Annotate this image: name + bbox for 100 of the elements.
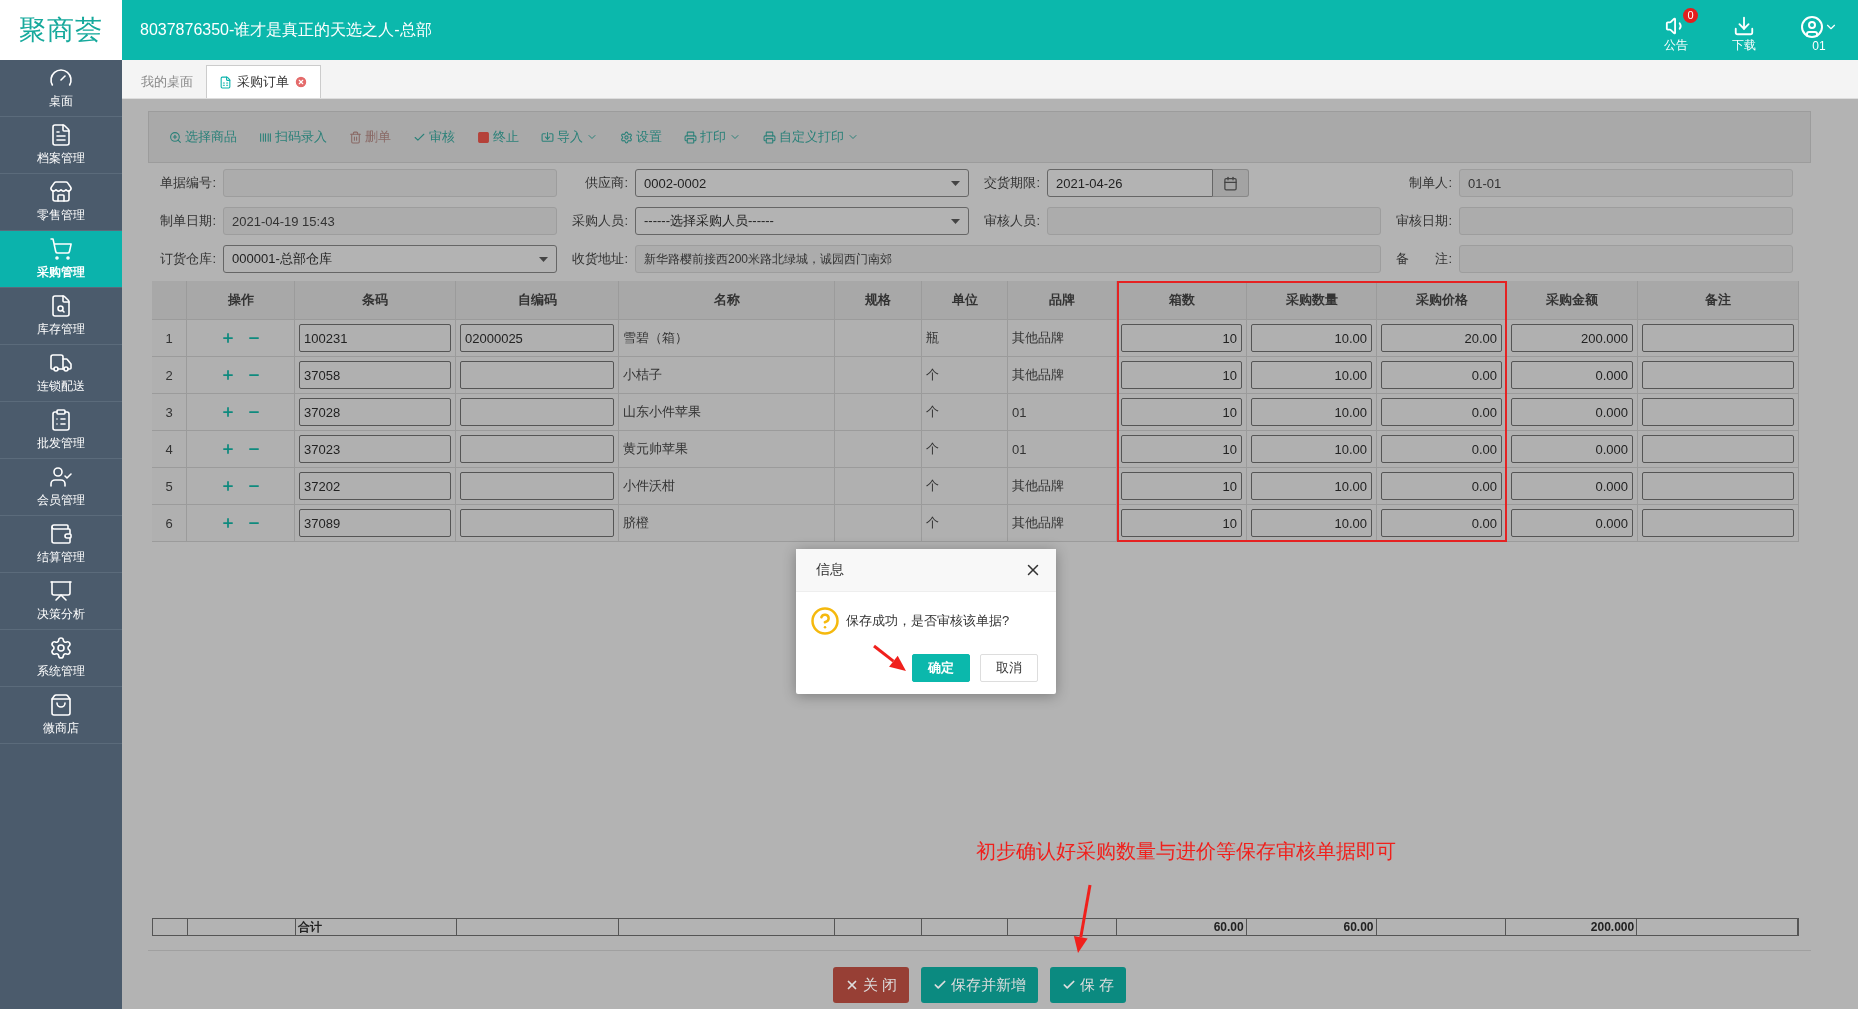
cell-input[interactable] — [460, 472, 614, 500]
number-input[interactable]: 0.00 — [1381, 361, 1502, 389]
cancel-button[interactable]: 取消 — [980, 654, 1038, 682]
field-label: 制单人: — [1408, 174, 1453, 192]
number-input[interactable]: 10 — [1121, 472, 1242, 500]
table-cell: 小件沃柑 — [619, 468, 835, 504]
field-label: 收货地址: — [571, 250, 629, 268]
add-row-icon[interactable] — [220, 331, 235, 345]
column-header: 条码 — [295, 281, 456, 319]
cell-input[interactable] — [1642, 435, 1794, 463]
number-input[interactable]: 10.00 — [1251, 435, 1372, 463]
column-header: 采购数量 — [1247, 281, 1377, 319]
column-header: 备注 — [1638, 281, 1799, 319]
cell-input[interactable] — [1642, 361, 1794, 389]
number-input[interactable]: 10 — [1121, 361, 1242, 389]
window-title: 8037876350-谁才是真正的天选之人-总部 — [140, 19, 433, 40]
number-input[interactable]: 10 — [1121, 435, 1242, 463]
wallet-icon — [49, 522, 73, 546]
cell-input[interactable]: 37028 — [299, 398, 451, 426]
announcement-button[interactable]: 0 公告 — [1660, 6, 1698, 54]
add-row-icon[interactable] — [220, 368, 235, 382]
select-field[interactable]: 000001-总部仓库 — [223, 245, 557, 273]
cell-input[interactable]: 02000025 — [460, 324, 614, 352]
table-cell: 个 — [922, 357, 1008, 393]
calendar-button[interactable] — [1213, 169, 1249, 197]
number-input[interactable]: 0.00 — [1381, 509, 1502, 537]
bag-icon — [49, 693, 73, 717]
add-row-icon[interactable] — [220, 516, 235, 530]
cell-input[interactable] — [1642, 324, 1794, 352]
cell-input[interactable] — [460, 509, 614, 537]
add-row-icon[interactable] — [220, 442, 235, 456]
count-badge: 0 — [1683, 7, 1698, 23]
dialog-message: 保存成功，是否审核该单据? — [846, 612, 1010, 630]
number-input[interactable]: 0.000 — [1511, 509, 1633, 537]
cell-input[interactable] — [460, 435, 614, 463]
number-input[interactable]: 0.000 — [1511, 435, 1633, 463]
select-field[interactable]: 0002-0002 — [635, 169, 969, 197]
cell-input[interactable]: 37058 — [299, 361, 451, 389]
table-cell: 个 — [922, 505, 1008, 541]
cell-input[interactable] — [460, 361, 614, 389]
number-input[interactable]: 200.000 — [1511, 324, 1633, 352]
field-label: 审核日期: — [1395, 212, 1453, 230]
table-cell: 其他品牌 — [1008, 320, 1117, 356]
number-input[interactable]: 20.00 — [1381, 324, 1502, 352]
tab[interactable]: 采购订单 — [206, 65, 321, 98]
total-cell: 合计 — [295, 919, 457, 935]
add-row-icon[interactable] — [220, 479, 235, 493]
caret-icon — [951, 180, 960, 186]
number-input[interactable]: 10.00 — [1251, 324, 1372, 352]
table-cell: 个 — [922, 468, 1008, 504]
field-label: 制单日期: — [159, 212, 217, 230]
number-input[interactable]: 10.00 — [1251, 398, 1372, 426]
caret-icon — [951, 218, 960, 224]
number-input[interactable]: 0.000 — [1511, 472, 1633, 500]
calendar-icon — [1223, 175, 1238, 191]
column-header: 单位 — [922, 281, 1008, 319]
truck-icon — [49, 351, 73, 375]
number-input[interactable]: 10.00 — [1251, 472, 1372, 500]
field-label: 备 注: — [1395, 250, 1453, 268]
cell-input[interactable] — [1642, 472, 1794, 500]
cart-icon — [49, 237, 73, 261]
column-header: 品牌 — [1008, 281, 1117, 319]
number-input[interactable]: 10.00 — [1251, 509, 1372, 537]
table-cell: 脐橙 — [619, 505, 835, 541]
number-input[interactable]: 10.00 — [1251, 361, 1372, 389]
column-header: 规格 — [835, 281, 922, 319]
presentation-icon — [49, 579, 73, 603]
number-input[interactable]: 10 — [1121, 398, 1242, 426]
printer-icon — [684, 130, 697, 144]
table-cell: 雪碧（箱） — [619, 320, 835, 356]
file-search-icon — [49, 294, 73, 318]
row-number: 2 — [152, 357, 187, 393]
cell-input[interactable]: 100231 — [299, 324, 451, 352]
close-button[interactable]: 关 闭 — [832, 967, 909, 1003]
avatar-icon — [1800, 15, 1824, 39]
table-cell: 小桔子 — [619, 357, 835, 393]
store-icon — [49, 180, 73, 204]
cell-input[interactable]: 37089 — [299, 509, 451, 537]
number-input[interactable]: 0.00 — [1381, 435, 1502, 463]
total-cell: 60.00 — [1116, 919, 1247, 935]
number-input[interactable]: 0.000 — [1511, 398, 1633, 426]
trash-icon — [349, 130, 362, 144]
cell-input[interactable]: 37202 — [299, 472, 451, 500]
select-field[interactable]: ------选择采购人员------ — [635, 207, 969, 235]
add-row-icon[interactable] — [220, 405, 235, 419]
barcode-icon — [259, 130, 272, 144]
table-cell: 个 — [922, 431, 1008, 467]
number-input[interactable]: 0.000 — [1511, 361, 1633, 389]
download-icon — [1733, 14, 1755, 37]
row-number: 4 — [152, 431, 187, 467]
cell-input[interactable] — [460, 398, 614, 426]
cell-input[interactable]: 37023 — [299, 435, 451, 463]
cell-input[interactable] — [1642, 509, 1794, 537]
date-field[interactable]: 2021-04-26 — [1047, 169, 1213, 197]
number-input[interactable]: 10 — [1121, 324, 1242, 352]
number-input[interactable]: 0.00 — [1381, 398, 1502, 426]
cell-input[interactable] — [1642, 398, 1794, 426]
field-label: 订货仓库: — [159, 250, 217, 268]
number-input[interactable]: 10 — [1121, 509, 1242, 537]
number-input[interactable]: 0.00 — [1381, 472, 1502, 500]
